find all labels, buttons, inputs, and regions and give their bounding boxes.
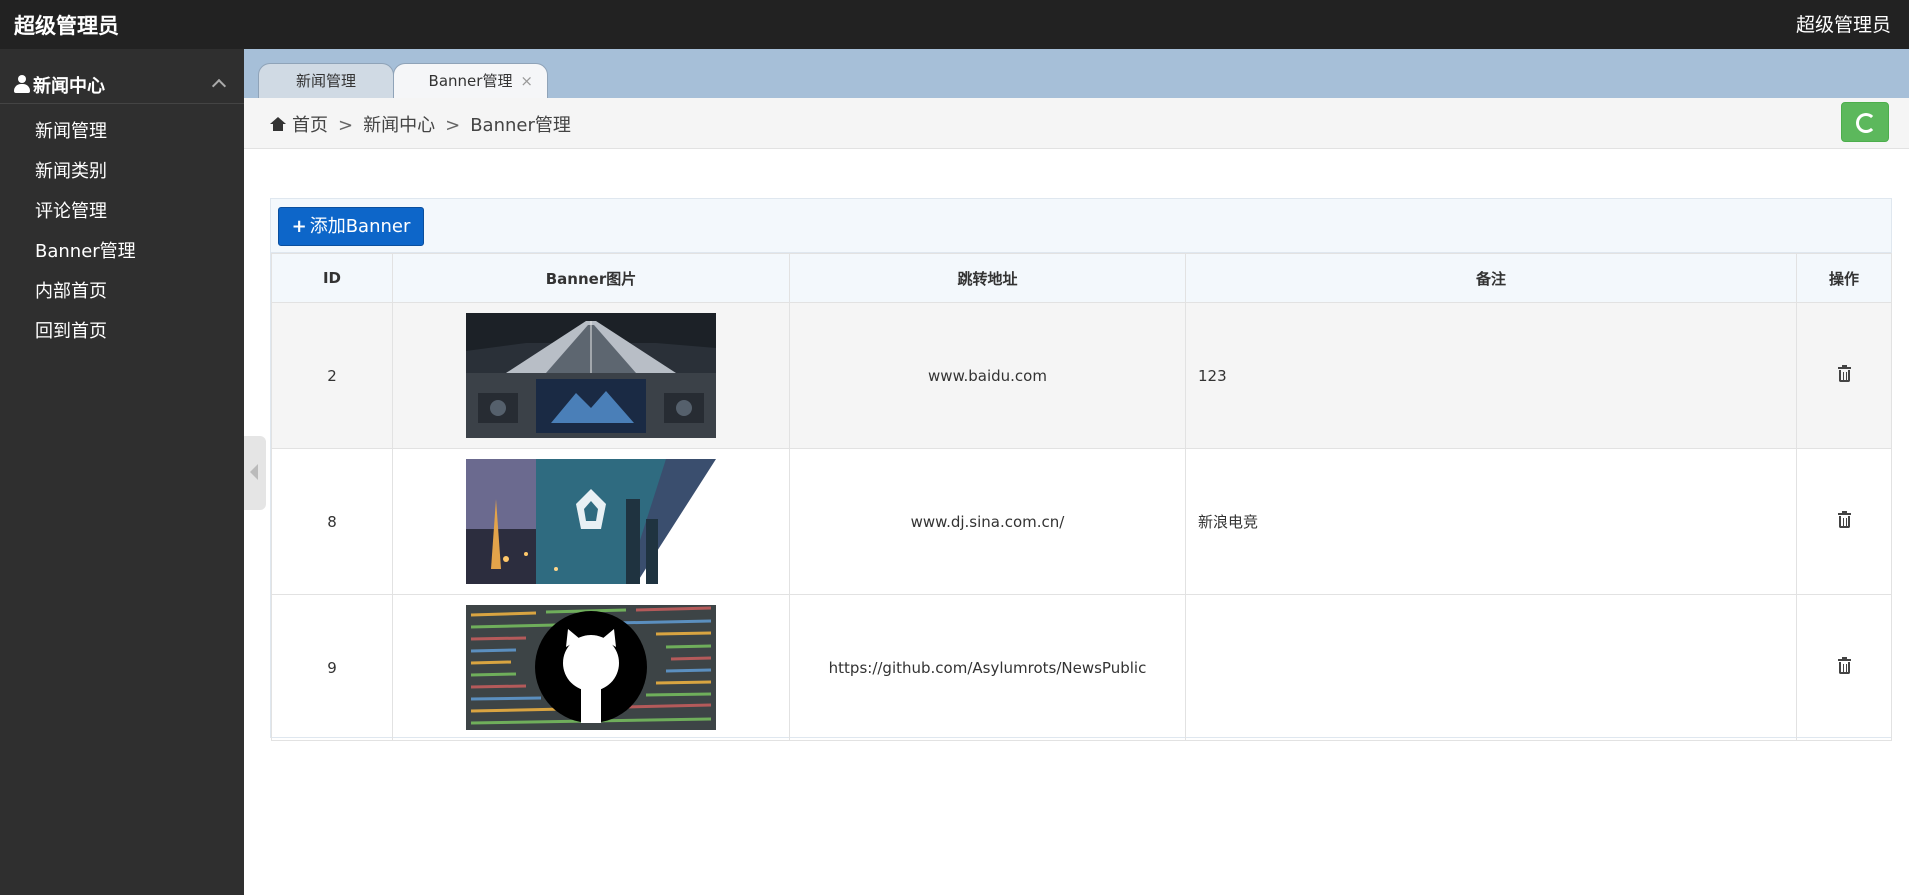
- cell-action: [1796, 448, 1892, 595]
- column-header-url: 跳转地址: [789, 253, 1186, 303]
- github-banner-image: [466, 605, 716, 730]
- sidebar-collapse-handle[interactable]: [244, 436, 266, 510]
- tab-label: Banner管理: [428, 72, 513, 90]
- cell-action: [1796, 594, 1892, 741]
- sidebar-group-news-center[interactable]: 新闻中心: [0, 65, 244, 104]
- refresh-icon: [1856, 113, 1876, 133]
- table-row: 9 https://github.com/Asylumrots/NewsPubl…: [271, 594, 1892, 741]
- add-banner-button[interactable]: + 添加Banner: [278, 207, 424, 246]
- chevron-up-icon: [211, 78, 227, 94]
- tab-news-manage[interactable]: 新闻管理: [258, 63, 394, 99]
- panel-toolbar: + 添加Banner: [271, 199, 1891, 253]
- breadcrumb-bar: 首页 > 新闻中心 > Banner管理: [244, 98, 1909, 149]
- cell-image: [392, 594, 790, 741]
- add-banner-label: 添加Banner: [309, 216, 411, 237]
- banner-table: ID Banner图片 跳转地址 备注 操作 2 www.baidu.com 1…: [271, 253, 1892, 741]
- column-header-id: ID: [271, 253, 393, 303]
- tab-label: 新闻管理: [295, 72, 356, 90]
- sidebar-group-title: 新闻中心: [33, 76, 105, 97]
- plus-icon: +: [291, 216, 307, 237]
- brand-title: 超级管理员: [14, 14, 119, 38]
- cell-url[interactable]: www.baidu.com: [789, 302, 1186, 449]
- banner-panel: + 添加Banner ID Banner图片 跳转地址 备注 操作 2 www.…: [270, 198, 1892, 741]
- cell-image: [392, 302, 790, 449]
- home-icon: [270, 117, 286, 131]
- cell-id: 2: [271, 302, 393, 449]
- cell-action: [1796, 302, 1892, 449]
- cockpit-banner-image: [466, 313, 716, 438]
- cell-url[interactable]: https://github.com/Asylumrots/NewsPublic: [789, 594, 1186, 741]
- table-row: 2 www.baidu.com 123: [271, 302, 1892, 449]
- breadcrumb-separator: >: [338, 115, 354, 136]
- tab-banner-manage[interactable]: Banner管理 ×: [393, 63, 548, 99]
- cell-id: 8: [271, 448, 393, 595]
- trash-icon[interactable]: [1837, 364, 1851, 382]
- user-name[interactable]: 超级管理员: [1796, 10, 1891, 37]
- cell-id: 9: [271, 594, 393, 741]
- trash-icon[interactable]: [1837, 510, 1851, 528]
- close-icon[interactable]: ×: [520, 64, 533, 99]
- sidebar-item-comment-manage[interactable]: 评论管理: [0, 192, 244, 232]
- cell-url[interactable]: www.dj.sina.com.cn/: [789, 448, 1186, 595]
- breadcrumb-home[interactable]: 首页: [292, 115, 328, 136]
- table-header-row: ID Banner图片 跳转地址 备注 操作: [271, 253, 1892, 303]
- sidebar-item-news-category[interactable]: 新闻类别: [0, 152, 244, 192]
- breadcrumb-current: Banner管理: [470, 115, 571, 136]
- cell-note: 新浪电竞: [1185, 448, 1797, 595]
- sidebar: 新闻中心 新闻管理 新闻类别 评论管理 Banner管理 内部首页 回到首页: [0, 49, 244, 895]
- breadcrumb-section[interactable]: 新闻中心: [363, 115, 435, 136]
- sidebar-item-back-home[interactable]: 回到首页: [0, 312, 244, 352]
- sidebar-item-internal-home[interactable]: 内部首页: [0, 272, 244, 312]
- sidebar-item-news-manage[interactable]: 新闻管理: [0, 112, 244, 152]
- tab-bar: 新闻管理 Banner管理 ×: [244, 49, 1909, 99]
- column-header-note: 备注: [1185, 253, 1797, 303]
- cell-image: [392, 448, 790, 595]
- refresh-button[interactable]: [1841, 102, 1889, 142]
- top-bar: 超级管理员 超级管理员: [0, 0, 1909, 49]
- breadcrumb-separator: >: [445, 115, 461, 136]
- caret-left-icon: [250, 464, 258, 480]
- cell-note: 123: [1185, 302, 1797, 449]
- table-row: 8 www.dj.sina.com.cn/ 新浪电竞: [271, 448, 1892, 595]
- column-header-image: Banner图片: [392, 253, 790, 303]
- sidebar-menu: 新闻管理 新闻类别 评论管理 Banner管理 内部首页 回到首页: [0, 112, 244, 352]
- cell-note: [1185, 594, 1797, 741]
- breadcrumb: 首页 > 新闻中心 > Banner管理: [270, 111, 571, 137]
- user-icon: [14, 75, 30, 93]
- column-header-action: 操作: [1796, 253, 1892, 303]
- esports-city-banner-image: [466, 459, 716, 584]
- sidebar-item-banner-manage[interactable]: Banner管理: [0, 232, 244, 272]
- trash-icon[interactable]: [1837, 656, 1851, 674]
